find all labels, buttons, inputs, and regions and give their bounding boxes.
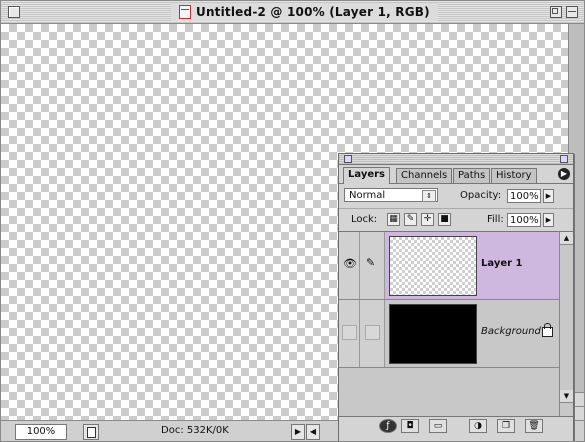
tab-channels[interactable]: Channels — [396, 168, 453, 183]
tab-paths[interactable]: Paths — [453, 168, 491, 183]
document-info-button[interactable] — [83, 424, 99, 440]
page-icon — [86, 427, 96, 438]
palette-bottom-bar: ƒ ◘ ▭ ◑ ❐ 🗑 — [339, 417, 573, 435]
adjustment-layer-icon[interactable]: ◑ — [469, 419, 487, 433]
lock-transparency-icon[interactable]: ▦ — [387, 213, 400, 226]
visibility-toggle[interactable] — [339, 300, 360, 367]
layers-palette: Layers Channels Paths History ▶ Normal ⇕… — [338, 153, 574, 441]
blend-mode-value: Normal — [349, 190, 386, 201]
collapse-box[interactable] — [566, 6, 578, 18]
status-menu-arrow-icon[interactable]: ▶ — [291, 424, 305, 440]
fill-slider-arrow-icon[interactable]: ▶ — [543, 213, 554, 227]
add-mask-icon[interactable]: ◘ — [401, 419, 419, 433]
layers-list: 👁 ✎ Layer 1 Background ▲ ▼ — [339, 232, 573, 417]
palette-zoom-box[interactable] — [560, 155, 568, 163]
palette-scrollbar[interactable]: ▲ ▼ — [559, 232, 573, 416]
window-title: Untitled-2 @ 100% (Layer 1, RGB) — [196, 5, 430, 19]
document-size-info: Doc: 532K/0K — [161, 425, 229, 436]
document-icon — [179, 5, 191, 19]
eye-icon: 👁 — [343, 257, 357, 270]
palette-tabs: Layers Channels Paths History ▶ — [339, 165, 573, 184]
document-window: Untitled-2 @ 100% (Layer 1, RGB) 100% Do… — [0, 0, 585, 442]
opacity-slider-arrow-icon[interactable]: ▶ — [543, 189, 554, 203]
lock-image-brush-icon[interactable]: ✎ — [404, 213, 417, 226]
lock-all-icon[interactable]: ■ — [438, 213, 451, 226]
chevron-updown-icon: ⇕ — [422, 190, 436, 202]
lock-label: Lock: — [351, 214, 378, 225]
palette-title-bar[interactable] — [339, 154, 573, 165]
new-set-folder-icon[interactable]: ▭ — [429, 419, 447, 433]
link-toggle[interactable] — [360, 300, 385, 367]
zoom-level-field[interactable]: 100% — [15, 424, 67, 440]
lock-fill-row: Lock: ▦ ✎ ✛ ■ Fill: 100% ▶ — [339, 209, 573, 232]
layer-style-icon[interactable]: ƒ — [379, 419, 397, 433]
tab-history[interactable]: History — [491, 168, 537, 183]
trash-icon[interactable]: 🗑 — [525, 419, 543, 433]
brush-icon: ✎ — [366, 256, 376, 269]
palette-scroll-up-icon[interactable]: ▲ — [560, 232, 573, 245]
palette-scroll-down-icon[interactable]: ▼ — [560, 390, 573, 403]
fill-field[interactable]: 100% — [507, 213, 541, 227]
close-box[interactable] — [8, 6, 20, 18]
palette-close-box[interactable] — [344, 155, 352, 163]
tab-layers[interactable]: Layers — [343, 167, 390, 184]
visibility-toggle[interactable]: 👁 — [339, 232, 360, 299]
layer-thumbnail — [389, 236, 477, 296]
title-area: Untitled-2 @ 100% (Layer 1, RGB) — [171, 3, 438, 21]
title-bar[interactable]: Untitled-2 @ 100% (Layer 1, RGB) — [1, 1, 584, 24]
zoom-box[interactable] — [550, 6, 562, 18]
layer-name[interactable]: Background — [481, 326, 541, 337]
lock-icon — [542, 323, 553, 337]
empty-link-box — [365, 325, 380, 340]
blend-opacity-row: Normal ⇕ Opacity: 100% ▶ — [339, 184, 573, 209]
lock-position-move-icon[interactable]: ✛ — [421, 213, 434, 226]
layer-name[interactable]: Layer 1 — [481, 258, 522, 269]
scroll-left-arrow-icon[interactable]: ◀ — [306, 424, 320, 440]
opacity-field[interactable]: 100% — [507, 189, 541, 203]
palette-menu-arrow-icon[interactable]: ▶ — [558, 168, 570, 180]
layer-row-layer-1[interactable]: 👁 ✎ Layer 1 — [339, 232, 559, 300]
fill-label: Fill: — [487, 214, 504, 225]
link-toggle[interactable]: ✎ — [360, 232, 385, 299]
new-layer-icon[interactable]: ❐ — [497, 419, 515, 433]
layer-row-background[interactable]: Background — [339, 300, 559, 368]
empty-visibility-box — [342, 325, 357, 340]
opacity-label: Opacity: — [460, 190, 502, 201]
blend-mode-select[interactable]: Normal ⇕ — [344, 188, 438, 202]
layer-thumbnail — [389, 304, 477, 364]
